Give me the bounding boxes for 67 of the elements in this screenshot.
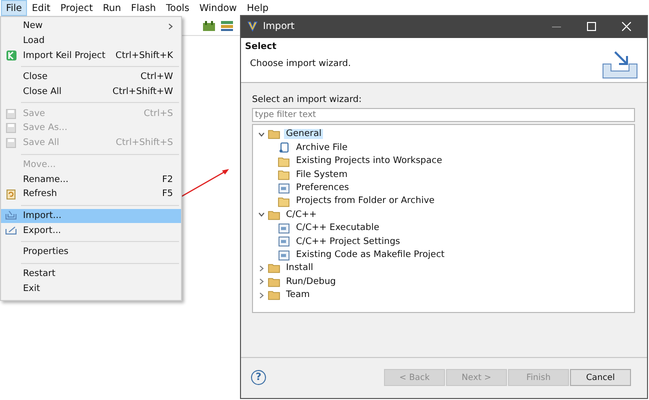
menu-item[interactable]: Import Keil Project Ctrl+Shift+K	[1, 48, 181, 64]
save-icon	[6, 123, 16, 134]
menu-title[interactable]: Help	[242, 0, 274, 16]
expand-chevron-icon[interactable]	[257, 210, 266, 220]
folder-icon	[268, 263, 281, 274]
executable-icon	[278, 222, 290, 234]
menu-item[interactable]: Restart	[1, 266, 181, 282]
menu-item[interactable]: Refresh F5	[1, 186, 181, 202]
folder-icon	[278, 169, 290, 180]
menu-item[interactable]: Close Ctrl+W	[1, 70, 181, 85]
tree-item[interactable]: Archive File	[294, 142, 350, 153]
filter-field[interactable]: type filter text	[252, 108, 635, 122]
menu-item[interactable]: Export...	[1, 223, 181, 238]
tree-item[interactable]: Install	[284, 263, 316, 274]
window-title: Import	[263, 21, 296, 32]
tree-item[interactable]: Existing Projects into Workspace	[294, 156, 444, 166]
tree-item[interactable]: Run/Debug	[284, 276, 338, 287]
folder-icon	[268, 276, 281, 287]
collapse-chevron-icon[interactable]	[257, 264, 266, 273]
import-icon	[5, 211, 17, 220]
settings-icon	[278, 236, 290, 248]
preferences-icon	[278, 182, 290, 194]
folder-icon	[268, 290, 281, 300]
makefile-icon	[278, 250, 290, 260]
import-project-icon	[6, 50, 16, 62]
tree-item[interactable]: General	[284, 129, 324, 140]
menu-title[interactable]: Tools	[160, 0, 194, 16]
folder-icon	[268, 210, 281, 220]
wizard-prompt: Select an import wizard:	[252, 94, 363, 106]
menu-item[interactable]: Properties	[1, 244, 181, 260]
tree-item[interactable]: C/C++ Project Settings	[294, 236, 402, 247]
tree-item[interactable]: Existing Code as Makefile Project	[294, 250, 447, 260]
tree-item[interactable]: C/C++	[284, 210, 319, 220]
menu-title[interactable]: File	[1, 0, 27, 16]
page-heading: Select	[245, 42, 278, 52]
collapse-chevron-icon[interactable]	[257, 290, 266, 300]
menu-title[interactable]: Project	[55, 0, 98, 16]
export-icon	[5, 226, 17, 236]
archive-icon	[278, 142, 290, 154]
menu-item[interactable]: Exit	[1, 281, 181, 296]
save-icon	[6, 108, 16, 119]
dialog-button[interactable]: Cancel	[570, 369, 631, 386]
folder-icon	[268, 129, 281, 140]
help-button[interactable]: ?	[251, 370, 266, 386]
stack-icon[interactable]	[220, 20, 234, 32]
tree-item[interactable]: Projects from Folder or Archive	[294, 196, 437, 206]
menu-title[interactable]: Window	[194, 0, 242, 16]
tree-item[interactable]: C/C++ Executable	[294, 223, 382, 234]
toolbar-icon[interactable]	[202, 20, 216, 32]
projects-icon	[278, 156, 290, 167]
collapse-chevron-icon[interactable]	[257, 277, 266, 286]
menu-item[interactable]: New	[1, 19, 181, 34]
menu-item[interactable]: Import...	[1, 208, 181, 224]
menu-item[interactable]: Rename... F2	[1, 172, 181, 187]
tree-item[interactable]: Preferences	[294, 183, 351, 194]
tree-item[interactable]: Team	[284, 290, 312, 300]
save-icon	[6, 138, 16, 148]
refresh-icon	[6, 188, 16, 200]
app-icon	[247, 21, 258, 32]
menu-title[interactable]: Edit	[26, 0, 56, 16]
menu-title[interactable]: Flash	[126, 0, 161, 16]
tree-item[interactable]: File System	[294, 170, 350, 180]
menu-title[interactable]: Run	[98, 0, 126, 16]
page-description: Choose import wizard.	[249, 58, 352, 69]
menu-item[interactable]: Load	[1, 34, 181, 48]
menu-item[interactable]: Close All Ctrl+Shift+W	[1, 84, 181, 100]
folder-icon	[278, 196, 290, 207]
